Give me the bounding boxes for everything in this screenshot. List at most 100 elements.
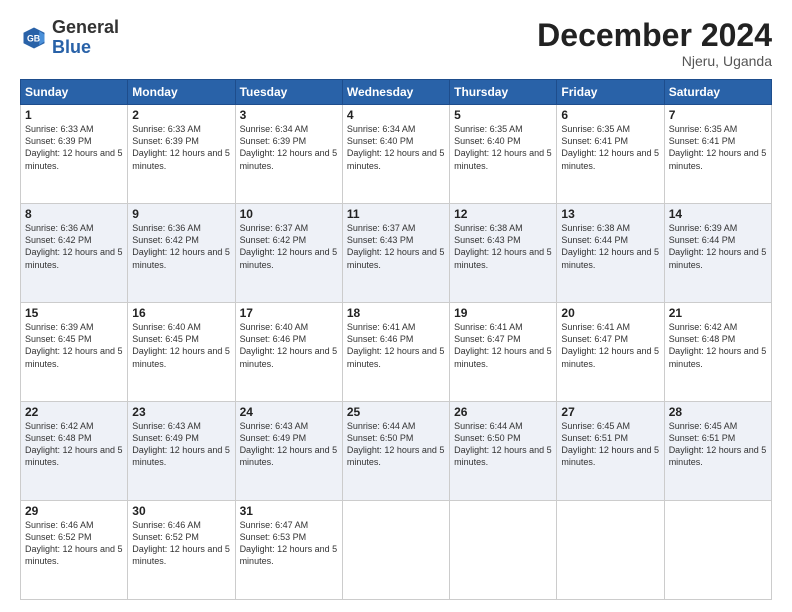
day-info: Sunrise: 6:43 AMSunset: 6:49 PMDaylight:… — [132, 420, 230, 469]
day-number: 15 — [25, 306, 123, 320]
day-number: 20 — [561, 306, 659, 320]
calendar-cell: 20Sunrise: 6:41 AMSunset: 6:47 PMDayligh… — [557, 303, 664, 402]
day-number: 22 — [25, 405, 123, 419]
calendar-cell: 17Sunrise: 6:40 AMSunset: 6:46 PMDayligh… — [235, 303, 342, 402]
calendar-cell: 16Sunrise: 6:40 AMSunset: 6:45 PMDayligh… — [128, 303, 235, 402]
calendar-cell: 22Sunrise: 6:42 AMSunset: 6:48 PMDayligh… — [21, 402, 128, 501]
day-number: 4 — [347, 108, 445, 122]
calendar-cell — [557, 501, 664, 600]
day-number: 16 — [132, 306, 230, 320]
calendar-cell: 27Sunrise: 6:45 AMSunset: 6:51 PMDayligh… — [557, 402, 664, 501]
calendar-cell: 24Sunrise: 6:43 AMSunset: 6:49 PMDayligh… — [235, 402, 342, 501]
day-number: 3 — [240, 108, 338, 122]
page: GB General Blue December 2024 Njeru, Uga… — [0, 0, 792, 612]
day-info: Sunrise: 6:46 AMSunset: 6:52 PMDaylight:… — [25, 519, 123, 568]
day-info: Sunrise: 6:42 AMSunset: 6:48 PMDaylight:… — [25, 420, 123, 469]
calendar-cell: 15Sunrise: 6:39 AMSunset: 6:45 PMDayligh… — [21, 303, 128, 402]
calendar-cell: 14Sunrise: 6:39 AMSunset: 6:44 PMDayligh… — [664, 204, 771, 303]
day-info: Sunrise: 6:47 AMSunset: 6:53 PMDaylight:… — [240, 519, 338, 568]
day-info: Sunrise: 6:41 AMSunset: 6:47 PMDaylight:… — [561, 321, 659, 370]
day-number: 1 — [25, 108, 123, 122]
day-info: Sunrise: 6:34 AMSunset: 6:40 PMDaylight:… — [347, 123, 445, 172]
day-number: 28 — [669, 405, 767, 419]
col-header-wednesday: Wednesday — [342, 80, 449, 105]
day-info: Sunrise: 6:44 AMSunset: 6:50 PMDaylight:… — [454, 420, 552, 469]
day-number: 11 — [347, 207, 445, 221]
col-header-sunday: Sunday — [21, 80, 128, 105]
day-number: 7 — [669, 108, 767, 122]
day-info: Sunrise: 6:38 AMSunset: 6:43 PMDaylight:… — [454, 222, 552, 271]
calendar-cell: 10Sunrise: 6:37 AMSunset: 6:42 PMDayligh… — [235, 204, 342, 303]
col-header-saturday: Saturday — [664, 80, 771, 105]
day-info: Sunrise: 6:37 AMSunset: 6:43 PMDaylight:… — [347, 222, 445, 271]
calendar-cell: 3Sunrise: 6:34 AMSunset: 6:39 PMDaylight… — [235, 105, 342, 204]
day-info: Sunrise: 6:35 AMSunset: 6:40 PMDaylight:… — [454, 123, 552, 172]
calendar-cell: 11Sunrise: 6:37 AMSunset: 6:43 PMDayligh… — [342, 204, 449, 303]
day-number: 12 — [454, 207, 552, 221]
calendar-table: SundayMondayTuesdayWednesdayThursdayFrid… — [20, 79, 772, 600]
day-info: Sunrise: 6:40 AMSunset: 6:46 PMDaylight:… — [240, 321, 338, 370]
calendar-cell — [450, 501, 557, 600]
day-info: Sunrise: 6:41 AMSunset: 6:46 PMDaylight:… — [347, 321, 445, 370]
day-info: Sunrise: 6:38 AMSunset: 6:44 PMDaylight:… — [561, 222, 659, 271]
calendar-cell: 30Sunrise: 6:46 AMSunset: 6:52 PMDayligh… — [128, 501, 235, 600]
col-header-thursday: Thursday — [450, 80, 557, 105]
logo-general: General — [52, 17, 119, 37]
day-info: Sunrise: 6:33 AMSunset: 6:39 PMDaylight:… — [25, 123, 123, 172]
day-number: 8 — [25, 207, 123, 221]
day-number: 9 — [132, 207, 230, 221]
day-number: 21 — [669, 306, 767, 320]
calendar-cell: 1Sunrise: 6:33 AMSunset: 6:39 PMDaylight… — [21, 105, 128, 204]
day-number: 18 — [347, 306, 445, 320]
logo-icon: GB — [20, 24, 48, 52]
calendar-cell: 18Sunrise: 6:41 AMSunset: 6:46 PMDayligh… — [342, 303, 449, 402]
calendar-cell: 19Sunrise: 6:41 AMSunset: 6:47 PMDayligh… — [450, 303, 557, 402]
day-number: 10 — [240, 207, 338, 221]
calendar-cell: 5Sunrise: 6:35 AMSunset: 6:40 PMDaylight… — [450, 105, 557, 204]
day-number: 6 — [561, 108, 659, 122]
col-header-monday: Monday — [128, 80, 235, 105]
calendar-cell: 8Sunrise: 6:36 AMSunset: 6:42 PMDaylight… — [21, 204, 128, 303]
calendar-cell: 7Sunrise: 6:35 AMSunset: 6:41 PMDaylight… — [664, 105, 771, 204]
location-subtitle: Njeru, Uganda — [537, 53, 772, 69]
day-info: Sunrise: 6:36 AMSunset: 6:42 PMDaylight:… — [25, 222, 123, 271]
calendar-cell: 4Sunrise: 6:34 AMSunset: 6:40 PMDaylight… — [342, 105, 449, 204]
day-number: 31 — [240, 504, 338, 518]
calendar-cell — [664, 501, 771, 600]
day-info: Sunrise: 6:40 AMSunset: 6:45 PMDaylight:… — [132, 321, 230, 370]
col-header-friday: Friday — [557, 80, 664, 105]
day-number: 26 — [454, 405, 552, 419]
calendar-cell: 28Sunrise: 6:45 AMSunset: 6:51 PMDayligh… — [664, 402, 771, 501]
day-info: Sunrise: 6:44 AMSunset: 6:50 PMDaylight:… — [347, 420, 445, 469]
day-info: Sunrise: 6:45 AMSunset: 6:51 PMDaylight:… — [669, 420, 767, 469]
day-info: Sunrise: 6:43 AMSunset: 6:49 PMDaylight:… — [240, 420, 338, 469]
day-info: Sunrise: 6:35 AMSunset: 6:41 PMDaylight:… — [669, 123, 767, 172]
calendar-cell: 2Sunrise: 6:33 AMSunset: 6:39 PMDaylight… — [128, 105, 235, 204]
day-info: Sunrise: 6:41 AMSunset: 6:47 PMDaylight:… — [454, 321, 552, 370]
day-number: 23 — [132, 405, 230, 419]
calendar-cell: 23Sunrise: 6:43 AMSunset: 6:49 PMDayligh… — [128, 402, 235, 501]
day-info: Sunrise: 6:45 AMSunset: 6:51 PMDaylight:… — [561, 420, 659, 469]
header: GB General Blue December 2024 Njeru, Uga… — [20, 18, 772, 69]
day-number: 14 — [669, 207, 767, 221]
logo-text: General Blue — [52, 18, 119, 58]
logo-blue: Blue — [52, 37, 91, 57]
day-info: Sunrise: 6:42 AMSunset: 6:48 PMDaylight:… — [669, 321, 767, 370]
day-number: 13 — [561, 207, 659, 221]
day-number: 30 — [132, 504, 230, 518]
day-number: 2 — [132, 108, 230, 122]
day-info: Sunrise: 6:37 AMSunset: 6:42 PMDaylight:… — [240, 222, 338, 271]
day-info: Sunrise: 6:35 AMSunset: 6:41 PMDaylight:… — [561, 123, 659, 172]
svg-text:GB: GB — [27, 33, 40, 43]
calendar-cell: 21Sunrise: 6:42 AMSunset: 6:48 PMDayligh… — [664, 303, 771, 402]
calendar-cell: 6Sunrise: 6:35 AMSunset: 6:41 PMDaylight… — [557, 105, 664, 204]
calendar-cell: 12Sunrise: 6:38 AMSunset: 6:43 PMDayligh… — [450, 204, 557, 303]
month-title: December 2024 — [537, 18, 772, 53]
calendar-cell: 31Sunrise: 6:47 AMSunset: 6:53 PMDayligh… — [235, 501, 342, 600]
logo: GB General Blue — [20, 18, 119, 58]
calendar-cell: 9Sunrise: 6:36 AMSunset: 6:42 PMDaylight… — [128, 204, 235, 303]
day-number: 27 — [561, 405, 659, 419]
day-number: 29 — [25, 504, 123, 518]
calendar-cell — [342, 501, 449, 600]
day-info: Sunrise: 6:33 AMSunset: 6:39 PMDaylight:… — [132, 123, 230, 172]
